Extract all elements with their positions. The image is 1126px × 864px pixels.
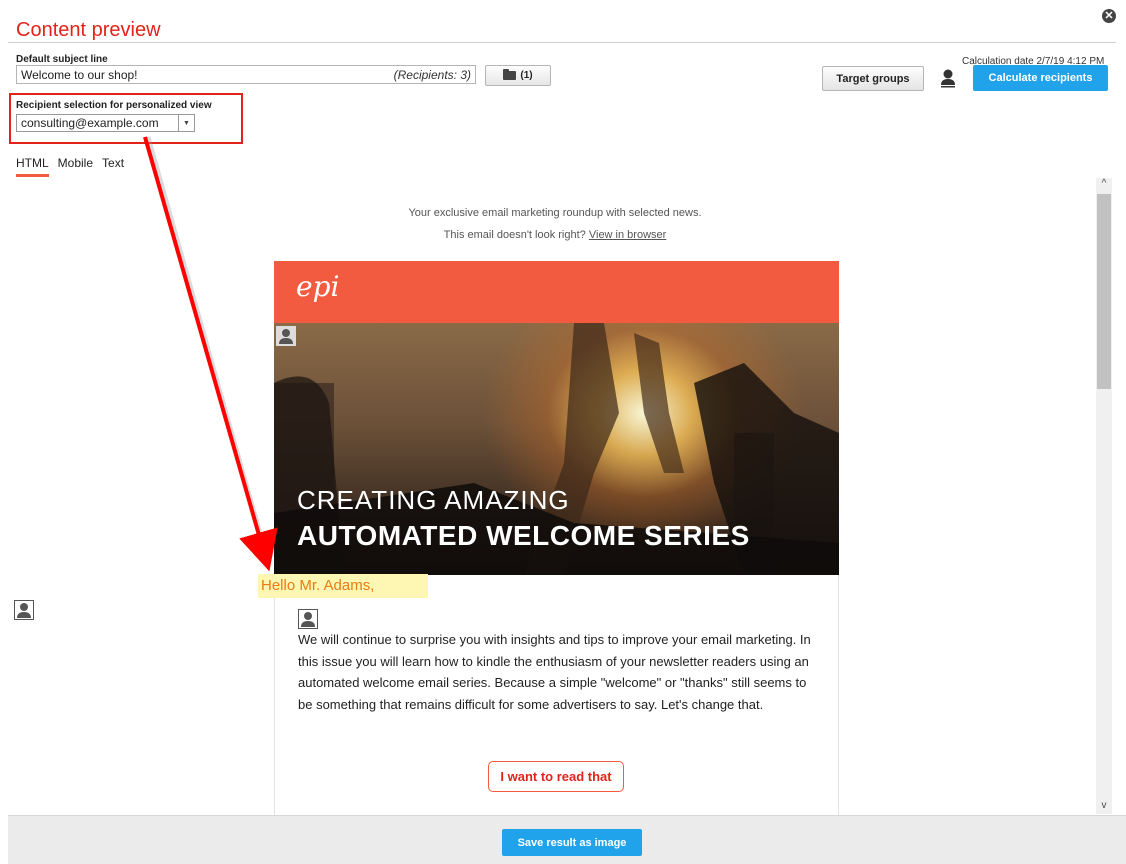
subject-field[interactable]: Welcome to our shop! (Recipients: 3) (16, 65, 476, 84)
scrollbar-thumb[interactable] (1097, 194, 1111, 389)
recipients-count: (Recipients: 3) (393, 67, 471, 82)
folder-button[interactable]: (1) (485, 65, 551, 86)
hero-headline-2: AUTOMATED WELCOME SERIES (297, 520, 750, 551)
email-body-text: We will continue to surprise you with in… (298, 632, 811, 712)
tab-text[interactable]: Text (102, 156, 124, 177)
image-placeholder-icon (276, 326, 296, 346)
tab-html[interactable]: HTML (16, 156, 49, 177)
read-more-button[interactable]: I want to read that (488, 761, 624, 792)
view-in-browser-line: This email doesn't look right? View in b… (270, 224, 840, 246)
greeting: Hello Mr. Adams, (258, 574, 428, 598)
calculate-recipients-button[interactable]: Calculate recipients (973, 65, 1108, 91)
folder-icon (503, 69, 517, 80)
view-prefix: This email doesn't look right? (443, 229, 586, 241)
folder-count: (1) (520, 70, 533, 81)
recipient-select[interactable]: consulting@example.com ▼ (16, 114, 195, 132)
person-icon[interactable] (940, 68, 956, 88)
personalization-icon[interactable] (14, 600, 34, 620)
preheader-text: Your exclusive email marketing roundup w… (408, 207, 702, 219)
chevron-down-icon[interactable]: v (1096, 800, 1112, 814)
hero-headline-1: CREATING AMAZING (297, 485, 570, 515)
page-title: Content preview (16, 19, 161, 41)
recipient-select-value: consulting@example.com (21, 116, 159, 130)
chevron-down-icon: ▼ (178, 115, 194, 131)
brand-banner (274, 261, 839, 323)
header-divider (8, 42, 1116, 43)
view-in-browser-link[interactable]: View in browser (589, 229, 666, 241)
recipient-selection-label: Recipient selection for personalized vie… (16, 100, 212, 111)
subject-value: Welcome to our shop! (21, 67, 138, 82)
save-image-button[interactable]: Save result as image (502, 829, 642, 856)
email-preheader: Your exclusive email marketing roundup w… (270, 202, 840, 246)
chevron-up-icon[interactable]: ^ (1096, 178, 1112, 192)
brand-logo: epi (296, 270, 340, 303)
close-icon[interactable]: ✕ (1102, 9, 1116, 23)
view-tabs: HTML Mobile Text (16, 156, 124, 177)
personalization-icon[interactable] (298, 609, 318, 629)
target-groups-button[interactable]: Target groups (822, 66, 924, 91)
subject-label: Default subject line (16, 54, 108, 65)
tab-mobile[interactable]: Mobile (58, 156, 93, 177)
